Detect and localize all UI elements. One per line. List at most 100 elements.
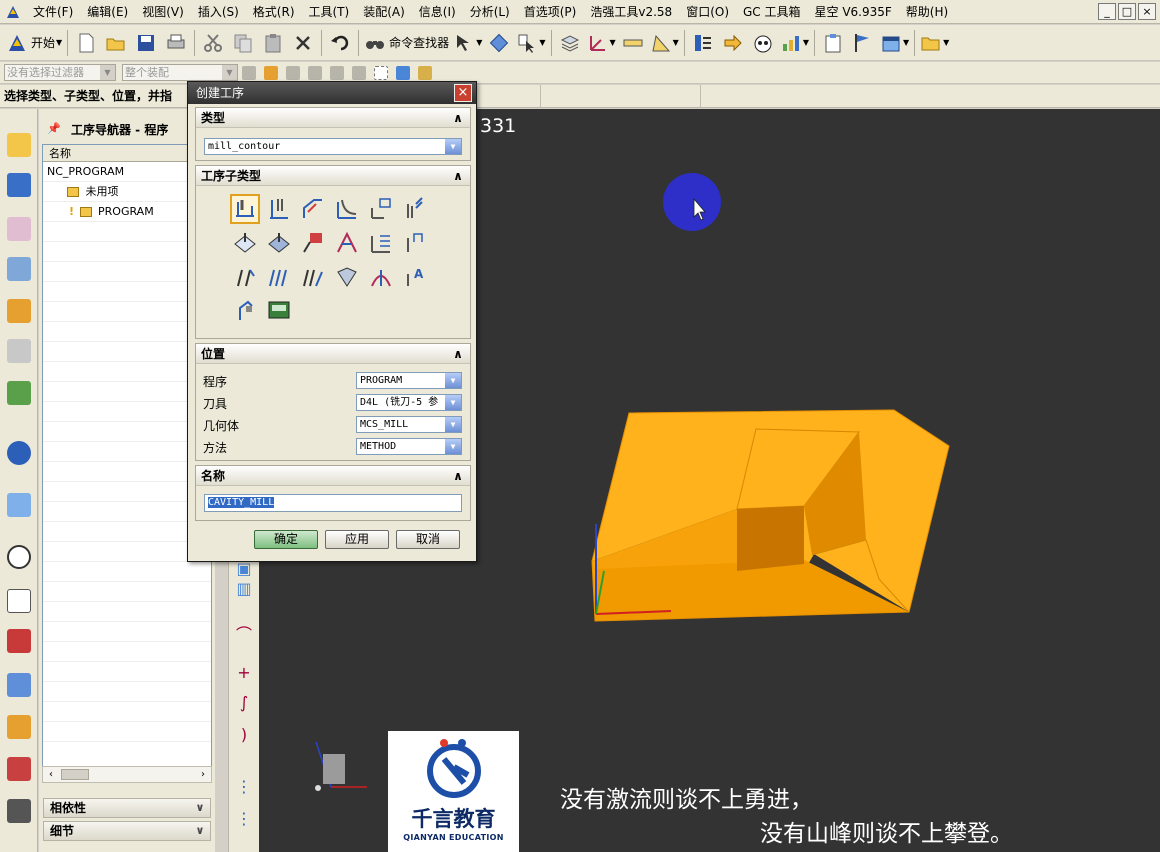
minimize-button[interactable]: _ — [1098, 3, 1116, 20]
calendar-tool-button[interactable]: ▼ — [880, 29, 909, 57]
contour-surface-area-icon[interactable] — [300, 230, 326, 256]
subtype-group-header[interactable]: 工序子类型 ∧ — [196, 166, 470, 186]
intersect-curve-icon[interactable]: + — [233, 664, 255, 682]
cancel-button[interactable]: 取消 — [396, 530, 460, 549]
dependencies-section[interactable]: 相依性 ∨ — [43, 798, 211, 818]
chevron-up-icon[interactable]: ∧ — [450, 468, 466, 484]
cut-button[interactable] — [200, 29, 226, 57]
dialog-close-button[interactable]: × — [454, 84, 472, 102]
menu-edit[interactable]: 编辑(E) — [80, 1, 135, 23]
chevron-down-icon[interactable]: ∨ — [192, 800, 208, 816]
flowcut-smooth-icon[interactable] — [300, 264, 326, 290]
menu-format[interactable]: 格式(R) — [246, 1, 302, 23]
dropdown-arrow-icon[interactable]: ▼ — [445, 417, 461, 432]
contour-area-icon[interactable] — [266, 230, 292, 256]
solid-profile-3d-icon[interactable] — [334, 264, 360, 290]
name-group-header[interactable]: 名称 ∧ — [196, 466, 470, 486]
system-scenes-icon[interactable] — [7, 757, 31, 781]
method-dropdown[interactable]: METHOD ▼ — [356, 438, 462, 455]
paste-button[interactable] — [260, 29, 286, 57]
color-palette-icon[interactable] — [7, 629, 31, 653]
restore-button[interactable]: □ — [1118, 3, 1136, 20]
roles-icon[interactable] — [7, 673, 31, 697]
type-dropdown[interactable]: mill_contour ▼ — [204, 138, 462, 155]
report-icon[interactable] — [7, 799, 31, 823]
chart-tool-button[interactable]: ▼ — [780, 29, 809, 57]
pattern-icon[interactable]: ⋮ — [233, 778, 255, 796]
snap-node-icon[interactable] — [352, 65, 366, 80]
filter-gear-icon[interactable] — [242, 65, 256, 80]
dropdown-arrow-icon[interactable]: ▼ — [445, 439, 461, 454]
list-info-button[interactable] — [690, 29, 716, 57]
mill-user-icon[interactable] — [232, 298, 258, 324]
menu-help[interactable]: 帮助(H) — [899, 1, 955, 23]
web-browser-icon[interactable] — [7, 493, 31, 517]
people-icon[interactable] — [7, 715, 31, 739]
rest-mill-icon[interactable] — [334, 196, 360, 222]
flowcut-single-icon[interactable] — [402, 230, 428, 256]
cube-icon[interactable]: ▣ — [233, 560, 255, 578]
tree-row-unused-items[interactable]: 未用项 — [43, 182, 211, 202]
operation-navigator-icon[interactable] — [7, 257, 31, 281]
arc-curve-icon[interactable]: ⌒ — [233, 626, 255, 644]
offset-curve-icon[interactable]: ) — [233, 726, 255, 744]
type-filter-combo[interactable]: 没有选择过滤器 ▼ — [4, 64, 116, 81]
new-file-button[interactable] — [73, 29, 99, 57]
layer-button[interactable] — [557, 29, 583, 57]
details-section[interactable]: 细节 ∨ — [43, 821, 211, 841]
menu-file[interactable]: 文件(F) — [26, 1, 80, 23]
chevron-up-icon[interactable]: ∧ — [450, 110, 466, 126]
measure-distance-button[interactable] — [620, 29, 646, 57]
menu-tools[interactable]: 工具(T) — [302, 1, 357, 23]
flowcut-multiple-icon[interactable] — [232, 264, 258, 290]
pin-icon[interactable]: 📌 — [47, 122, 61, 135]
operation-name-input[interactable]: CAVITY_MILL — [204, 494, 462, 512]
horizontal-scrollbar[interactable]: ‹ › — [42, 766, 212, 783]
tree-row-nc-program[interactable]: NC_PROGRAM — [43, 162, 211, 182]
rectangle-select-icon[interactable] — [374, 65, 388, 80]
measure-angle-button[interactable]: ▼ — [650, 29, 679, 57]
copy-button[interactable] — [230, 29, 256, 57]
menu-haoqiang-tools[interactable]: 浩强工具v2.58 — [583, 1, 679, 23]
scroll-left-icon[interactable]: ‹ — [43, 767, 59, 782]
menu-analysis[interactable]: 分析(L) — [463, 1, 517, 23]
program-dropdown[interactable]: PROGRAM ▼ — [356, 372, 462, 389]
type-group-header[interactable]: 类型 ∧ — [196, 108, 470, 128]
print-button[interactable] — [163, 29, 189, 57]
component-filter-icon[interactable] — [418, 65, 432, 80]
menu-insert[interactable]: 插入(S) — [191, 1, 246, 23]
assembly-navigator-icon[interactable] — [7, 133, 31, 157]
menu-assembly[interactable]: 装配(A) — [356, 1, 412, 23]
cube-filter-icon[interactable] — [396, 65, 410, 80]
export-button[interactable] — [720, 29, 746, 57]
cavity-mill-icon[interactable] — [230, 194, 260, 224]
fixed-contour-icon[interactable] — [232, 230, 258, 256]
reuse-library-icon[interactable] — [7, 339, 31, 363]
streamline-icon[interactable] — [334, 230, 360, 256]
flowcut-ref-tool-icon[interactable] — [266, 264, 292, 290]
undo-button[interactable] — [327, 29, 353, 57]
plunge-mill-icon[interactable] — [266, 196, 292, 222]
chevron-up-icon[interactable]: ∧ — [450, 168, 466, 184]
mill-control-icon[interactable] — [266, 298, 292, 324]
open-folder-button[interactable]: ▼ — [920, 29, 949, 57]
zlevel-profile-icon[interactable] — [368, 196, 394, 222]
machine-tool-navigator-icon[interactable] — [7, 299, 31, 323]
part-navigator-icon[interactable] — [7, 217, 31, 241]
save-button[interactable] — [133, 29, 159, 57]
delete-button[interactable] — [290, 29, 316, 57]
scroll-thumb[interactable] — [61, 769, 89, 780]
constraint-navigator-icon[interactable] — [7, 173, 31, 197]
history-palette-icon[interactable] — [7, 381, 31, 405]
dropdown-arrow-icon[interactable]: ▼ — [445, 395, 461, 410]
menu-information[interactable]: 信息(I) — [412, 1, 463, 23]
scroll-right-icon[interactable]: › — [195, 767, 211, 782]
dropdown-arrow-icon[interactable]: ▼ — [445, 139, 461, 154]
selection-tool-button[interactable]: ▼ — [453, 29, 482, 57]
column-header-name[interactable]: 名称 — [43, 145, 211, 162]
command-finder-button[interactable]: 命令查找器 — [364, 29, 449, 57]
dropdown-arrow-icon[interactable]: ▼ — [445, 373, 461, 388]
apply-button[interactable]: 应用 — [325, 530, 389, 549]
chevron-down-icon[interactable]: ∨ — [192, 823, 208, 839]
close-window-button[interactable]: × — [1138, 3, 1156, 20]
